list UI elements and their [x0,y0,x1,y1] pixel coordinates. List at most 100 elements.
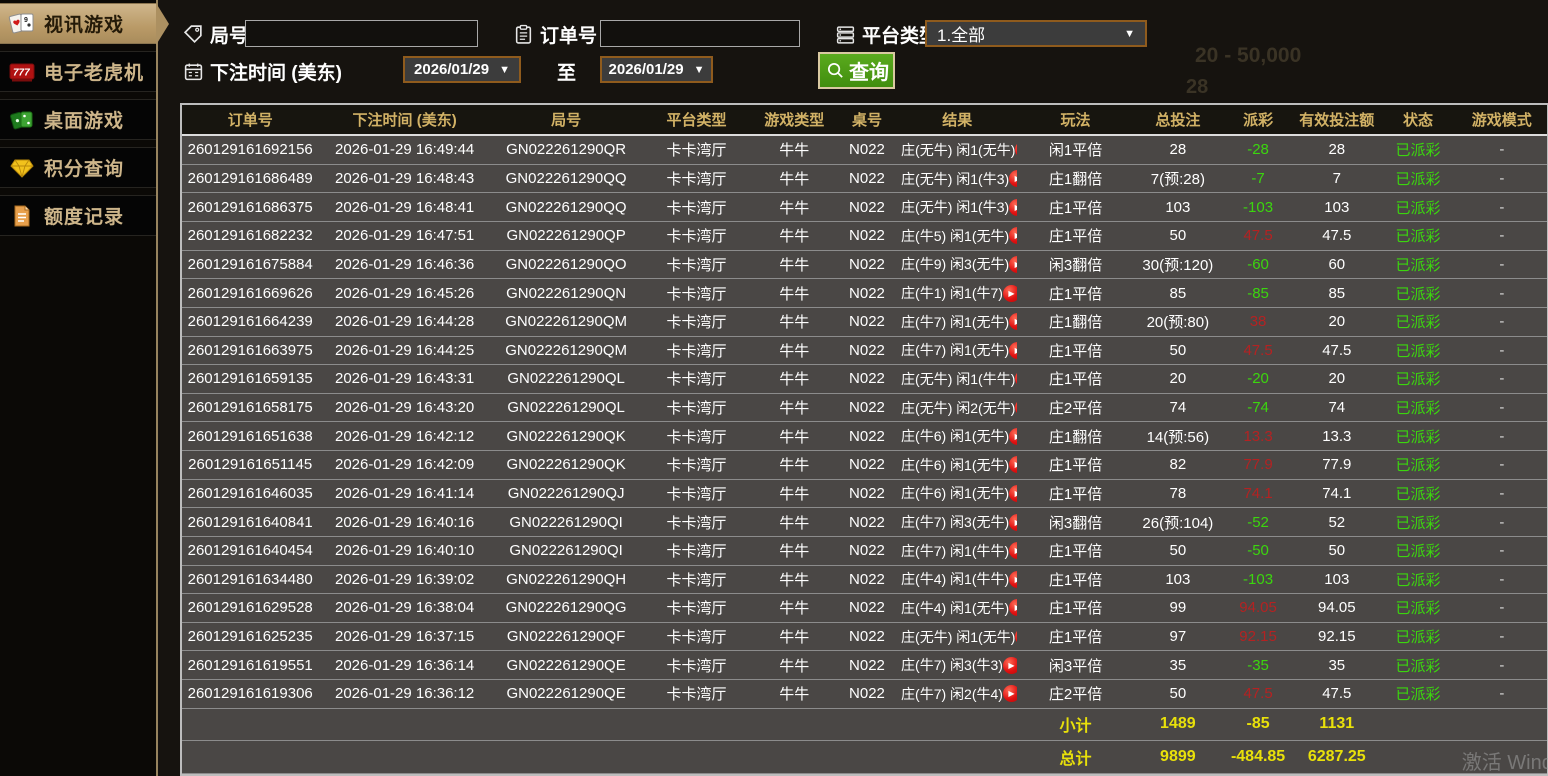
play-video-icon[interactable]: ▶ [1009,456,1018,474]
play-video-icon[interactable]: ▶ [1015,399,1018,417]
sidebar-item-slots[interactable]: 777 电子老虎机 [0,51,156,92]
play-video-icon[interactable]: ▶ [1009,484,1018,502]
table-row: 260129161619551 2026-01-29 16:36:14 GN0222… [182,650,1547,681]
column-header-7: 玩法 [1017,105,1134,136]
round-number-cell: GN022261290QH [490,565,642,595]
total-bet-cell: 7(预:28) [1133,164,1222,194]
platform-cell: 卡卡湾厅 [641,307,752,337]
play-video-icon[interactable]: ▶ [1002,656,1018,674]
bet-time-cell: 2026-01-29 16:44:25 [318,336,491,366]
play-video-icon[interactable]: ▶ [1009,341,1018,359]
game-mode-cell: - [1456,622,1547,652]
bet-time-cell: 2026-01-29 16:42:12 [318,421,491,452]
table-row: 260129161692156 2026-01-29 16:49:44 GN0222… [182,135,1547,165]
table-number-cell: N022 [836,507,898,537]
play-video-icon[interactable]: ▶ [1009,513,1018,531]
sidebar-item-label: 电子老虎机 [44,63,145,84]
table-row: 260129161640841 2026-01-29 16:40:16 GN0222… [182,507,1547,537]
table-row: 260129161669626 2026-01-29 16:45:26 GN0222… [182,278,1547,308]
play-video-icon[interactable]: ▶ [1002,284,1018,302]
table-number-cell: N022 [836,622,898,652]
result-text: 庄(牛7) 闲3(牛3) [901,657,1003,674]
status-cell: 已派彩 [1379,364,1457,394]
game-mode-cell: - [1456,479,1547,509]
bet-time-cell: 2026-01-29 16:49:44 [318,135,491,165]
order-number-cell: 260129161625235 [182,622,319,652]
query-button[interactable]: 查询 [818,52,895,89]
table-number-cell: N022 [836,393,898,423]
play-method-cell: 庄1翻倍 [1017,421,1134,452]
calendar-icon [182,61,204,83]
play-video-icon[interactable]: ▶ [1009,198,1018,216]
play-video-icon[interactable]: ▶ [1015,141,1018,159]
play-video-icon[interactable]: ▶ [1009,313,1018,331]
result-text: 庄(牛6) 闲1(无牛) [901,428,1010,445]
result-text: 庄(牛7) 闲3(无牛) [901,514,1010,531]
play-method-cell: 庄1平倍 [1017,221,1134,251]
order-number-cell: 260129161692156 [182,135,319,165]
bet-time-cell: 2026-01-29 16:48:43 [318,164,491,194]
table-number-cell: N022 [836,421,898,452]
total-bet-cell: 103 [1133,192,1222,223]
game-mode-cell: - [1456,336,1547,366]
round-number-cell: GN022261290QL [490,364,642,394]
platform-select-value: 1.全部 [937,26,986,45]
bet-time-cell: 2026-01-29 16:46:36 [318,250,491,280]
play-video-icon[interactable]: ▶ [1009,170,1018,188]
table-number-cell: N022 [836,164,898,194]
total-bet-cell: 78 [1133,479,1222,509]
play-method-cell: 庄1平倍 [1017,364,1134,394]
subtotal-row: 小计 1489 -85 1131 [182,708,1547,742]
game-mode-cell: - [1456,364,1547,394]
play-video-icon[interactable]: ▶ [1009,427,1018,445]
sidebar-item-quota-record[interactable]: 额度记录 [0,195,156,236]
status-cell: 已派彩 [1379,393,1457,423]
date-from-picker[interactable]: 2026/01/29 ▼ [403,56,521,83]
play-method-cell: 闲3平倍 [1017,650,1134,681]
payout-cell: -28 [1221,135,1295,165]
sidebar-item-label: 桌面游戏 [44,111,125,132]
table-number-cell: N022 [836,278,898,308]
sidebar-item-video-games[interactable]: 9 视讯游戏 [0,3,156,44]
game-type-cell: 牛牛 [751,192,837,223]
sidebar-item-points-query[interactable]: 积分查询 [0,147,156,188]
play-video-icon[interactable]: ▶ [1009,227,1018,245]
result-text: 庄(牛7) 闲1(无牛) [901,342,1010,359]
table-number-cell: N022 [836,565,898,595]
slot-777-icon: 777 [7,59,37,85]
play-method-cell: 庄1平倍 [1017,622,1134,652]
payout-cell: 74.1 [1221,479,1295,509]
play-video-icon[interactable]: ▶ [1015,370,1018,388]
result-cell: 庄(无牛) 闲1(无牛)▶ [897,135,1018,165]
order-number-cell: 260129161659135 [182,364,319,394]
column-header-11: 状态 [1379,105,1457,136]
status-cell: 已派彩 [1379,679,1457,709]
total-bet-cell: 50 [1133,336,1222,366]
result-text: 庄(牛9) 闲3(无牛) [901,256,1010,273]
table-number-cell: N022 [836,250,898,280]
order-number-input[interactable] [600,20,800,47]
play-video-icon[interactable]: ▶ [1002,685,1018,703]
total-bet-cell: 35 [1133,650,1222,681]
play-video-icon[interactable]: ▶ [1009,599,1018,617]
play-video-icon[interactable]: ▶ [1009,570,1018,588]
result-cell: 庄(无牛) 闲1(牛3)▶ [897,164,1018,194]
chevron-down-icon: ▼ [499,63,510,76]
summary-valid-cell: 6287.25 [1294,740,1380,774]
game-mode-cell: - [1456,536,1547,566]
play-video-icon[interactable]: ▶ [1009,255,1018,273]
total-bet-cell: 50 [1133,679,1222,709]
bet-time-cell: 2026-01-29 16:47:51 [318,221,491,251]
play-method-cell: 庄1平倍 [1017,450,1134,480]
date-to-picker[interactable]: 2026/01/29 ▼ [600,56,713,83]
round-number-input[interactable] [245,20,478,47]
platform-select[interactable]: 1.全部 ▼ [925,20,1147,47]
platform-cell: 卡卡湾厅 [641,593,752,623]
play-video-icon[interactable]: ▶ [1015,628,1018,646]
sidebar-item-table-games[interactable]: 桌面游戏 [0,99,156,140]
result-cell: 庄(牛9) 闲3(无牛)▶ [897,250,1018,280]
svg-text:9: 9 [24,17,28,24]
play-video-icon[interactable]: ▶ [1009,542,1018,560]
payout-cell: -52 [1221,507,1295,537]
game-type-cell: 牛牛 [751,393,837,423]
